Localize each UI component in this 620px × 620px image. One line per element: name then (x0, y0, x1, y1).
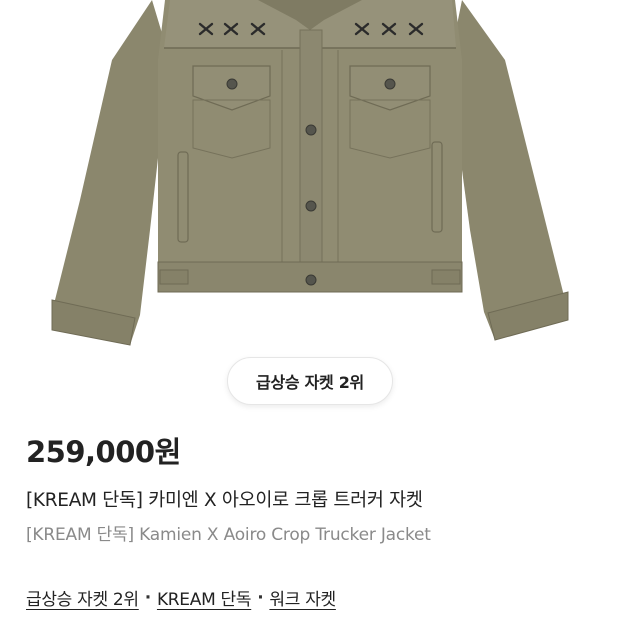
rank-chip[interactable]: 급상승 자켓 2위 (227, 357, 393, 405)
product-image[interactable] (0, 0, 620, 360)
tag-link-work-jacket[interactable]: 워크 자켓 (269, 585, 336, 610)
tag-list: 급상승 자켓 2위 · KREAM 단독 · 워크 자켓 (26, 585, 336, 611)
tag-separator: · (257, 587, 264, 608)
jacket-illustration (51, 0, 569, 346)
product-title-english: [KREAM 단독] Kamien X Aoiro Crop Trucker J… (26, 525, 431, 545)
tag-link-kream-exclusive[interactable]: KREAM 단독 (157, 585, 252, 610)
price: 259,000원 (26, 435, 181, 469)
tag-separator: · (144, 587, 151, 608)
tag-link-trending-jacket[interactable]: 급상승 자켓 2위 (26, 585, 139, 610)
product-title-korean: [KREAM 단독] 카미엔 X 아오이로 크롭 트러커 자켓 (26, 490, 423, 511)
rank-chip-label: 급상승 자켓 2위 (256, 373, 364, 392)
